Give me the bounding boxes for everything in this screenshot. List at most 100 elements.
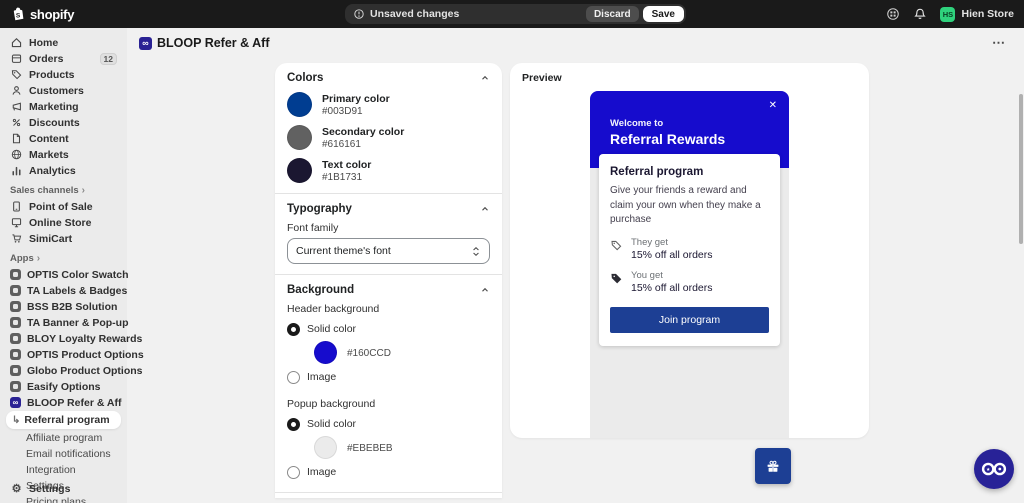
secondary-color-picker[interactable]: Secondary color #616161 bbox=[287, 125, 490, 150]
popup-bg-color-swatch[interactable] bbox=[314, 436, 337, 459]
sidebar-item-label: Analytics bbox=[29, 164, 76, 177]
topbar-right: HS Hien Store bbox=[886, 6, 1014, 22]
sidebar-app-optis-product-options[interactable]: OPTIS Product Options bbox=[4, 347, 144, 362]
percent-icon bbox=[10, 116, 23, 129]
sidebar-item-markets[interactable]: Markets bbox=[4, 147, 123, 162]
sidebar-subitem-affiliate-program[interactable]: Affiliate program bbox=[6, 430, 121, 445]
apps-header[interactable]: Apps › bbox=[0, 253, 127, 264]
text-color-picker[interactable]: Text color #1B1731 bbox=[287, 158, 490, 183]
swatch-label: Secondary color bbox=[322, 125, 405, 138]
sidebar-app-bss-b2b[interactable]: BSS B2B Solution bbox=[4, 299, 123, 314]
discard-button[interactable]: Discard bbox=[585, 6, 639, 22]
page-scrollbar[interactable] bbox=[1019, 94, 1023, 244]
sidebar-item-customers[interactable]: Customers bbox=[4, 83, 123, 98]
radio-unselected[interactable] bbox=[287, 465, 300, 479]
sidebar-item-label: Easify Options bbox=[27, 380, 101, 393]
radio-selected[interactable] bbox=[287, 322, 300, 336]
text-color-swatch[interactable] bbox=[287, 158, 312, 183]
sidebar-app-easify-options[interactable]: Easify Options bbox=[4, 379, 123, 394]
preview-panel: Preview ✕ Welcome to Referral Rewards Re… bbox=[510, 63, 869, 438]
sidebar-item-label: Content bbox=[29, 132, 69, 145]
sidebar-app-optis-color-swatch[interactable]: OPTIS Color Swatch bbox=[4, 267, 129, 282]
header-bg-image-radio[interactable]: Image bbox=[287, 367, 490, 387]
popup-bg-image-radio[interactable]: Image bbox=[287, 462, 490, 482]
swatch-label: Primary color bbox=[322, 92, 390, 105]
orders-icon bbox=[10, 52, 23, 65]
unsaved-changes-label: Unsaved changes bbox=[370, 8, 460, 20]
sidebar-item-marketing[interactable]: Marketing bbox=[4, 99, 123, 114]
reward-what: 15% off all orders bbox=[631, 248, 713, 261]
cart-icon bbox=[10, 232, 23, 245]
pos-icon bbox=[10, 200, 23, 213]
store-name: Hien Store bbox=[961, 8, 1014, 20]
sidebar-item-discounts[interactable]: Discounts bbox=[4, 115, 123, 130]
header-bg-color-swatch[interactable] bbox=[314, 341, 337, 364]
referral-widget-launcher[interactable] bbox=[755, 448, 791, 484]
secondary-color-swatch[interactable] bbox=[287, 125, 312, 150]
typography-section-header[interactable]: Typography bbox=[287, 203, 490, 215]
app-icon bbox=[10, 269, 21, 280]
radio-unselected[interactable] bbox=[287, 370, 300, 384]
account-menu[interactable]: HS Hien Store bbox=[940, 6, 1014, 22]
section-title: Typography bbox=[287, 203, 352, 215]
popup-card: Referral program Give your friends a rew… bbox=[599, 154, 780, 346]
apps-icon[interactable] bbox=[886, 7, 900, 21]
sidebar-item-home[interactable]: Home bbox=[4, 35, 123, 50]
font-family-select[interactable]: Current theme's font bbox=[287, 238, 490, 264]
sidebar-item-point-of-sale[interactable]: Point of Sale bbox=[4, 199, 123, 214]
sidebar-item-simicart[interactable]: SimiCart bbox=[4, 231, 123, 246]
tag-filled-icon bbox=[611, 273, 622, 283]
preview-title: Preview bbox=[522, 72, 562, 84]
sidebar-item-label: Markets bbox=[29, 148, 69, 161]
more-actions-button[interactable]: ⋯ bbox=[992, 36, 1006, 49]
bloop-app-icon: ∞ bbox=[139, 36, 152, 50]
tag-outline-icon bbox=[611, 240, 622, 250]
join-program-button[interactable]: Join program bbox=[610, 306, 769, 333]
primary-color-picker[interactable]: Primary color #003D91 bbox=[287, 92, 490, 117]
radio-label: Image bbox=[307, 371, 337, 383]
sidebar-item-settings[interactable]: ⚙ Settings bbox=[4, 481, 123, 496]
close-icon[interactable]: ✕ bbox=[769, 100, 777, 111]
app-icon bbox=[10, 285, 21, 296]
popup-bg-color-picker[interactable]: #EBEBEB bbox=[314, 436, 490, 459]
sidebar-item-content[interactable]: Content bbox=[4, 131, 123, 146]
colors-section-header[interactable]: Colors bbox=[287, 72, 490, 84]
sidebar-app-bloop-refer-aff[interactable]: ∞ BLOOP Refer & Aff bbox=[4, 395, 123, 410]
sidebar-app-bloy-loyalty[interactable]: BLOY Loyalty Rewards bbox=[4, 331, 142, 346]
shopify-bag-icon: S bbox=[13, 7, 24, 21]
sales-channels-header[interactable]: Sales channels › bbox=[0, 185, 127, 196]
radio-selected[interactable] bbox=[287, 417, 300, 431]
app-icon bbox=[10, 365, 21, 376]
chevron-up-icon bbox=[482, 75, 488, 80]
bell-icon[interactable] bbox=[913, 7, 927, 21]
sidebar-subitem-referral-program[interactable]: ↳ Referral program bbox=[6, 411, 121, 429]
sidebar-app-ta-banner[interactable]: TA Banner & Pop-up bbox=[4, 315, 129, 330]
sidebar-subitem-email-notifications[interactable]: Email notifications bbox=[6, 446, 121, 461]
sidebar-item-products[interactable]: Products bbox=[4, 67, 123, 82]
sidebar-item-label: Settings bbox=[29, 482, 71, 495]
font-family-label: Font family bbox=[287, 222, 339, 234]
popup-card-title: Referral program bbox=[610, 166, 704, 178]
sidebar-item-label: Referral program bbox=[24, 414, 110, 426]
page-title: BLOOP Refer & Aff bbox=[157, 36, 270, 50]
topbar: S shopify Unsaved changes Discard Save H… bbox=[0, 0, 1024, 28]
bar-chart-icon bbox=[10, 164, 23, 177]
sidebar-item-analytics[interactable]: Analytics bbox=[4, 163, 123, 178]
primary-color-swatch[interactable] bbox=[287, 92, 312, 117]
background-section: Background Header background Solid color… bbox=[275, 274, 502, 492]
sidebar-subitem-integration[interactable]: Integration bbox=[6, 462, 121, 477]
shopify-logo[interactable]: S shopify bbox=[10, 6, 74, 22]
sidebar: Home Orders 12 Products Customers Market… bbox=[0, 28, 144, 503]
popup-bg-solid-radio[interactable]: Solid color bbox=[287, 414, 490, 434]
sidebar-app-globo-product-options[interactable]: Globo Product Options bbox=[4, 363, 143, 378]
sidebar-item-orders[interactable]: Orders 12 bbox=[4, 51, 123, 66]
background-section-header[interactable]: Background bbox=[287, 284, 490, 296]
sidebar-app-ta-labels[interactable]: TA Labels & Badges bbox=[4, 283, 127, 298]
sidebar-item-label: Online Store bbox=[29, 216, 92, 229]
header-bg-color-picker[interactable]: #160CCD bbox=[314, 341, 490, 364]
bloop-logo-button[interactable] bbox=[974, 449, 1014, 489]
sidebar-item-online-store[interactable]: Online Store bbox=[4, 215, 123, 230]
save-button[interactable]: Save bbox=[642, 6, 684, 22]
popup-welcome-text: Welcome to bbox=[610, 118, 664, 129]
header-bg-solid-radio[interactable]: Solid color bbox=[287, 319, 490, 339]
